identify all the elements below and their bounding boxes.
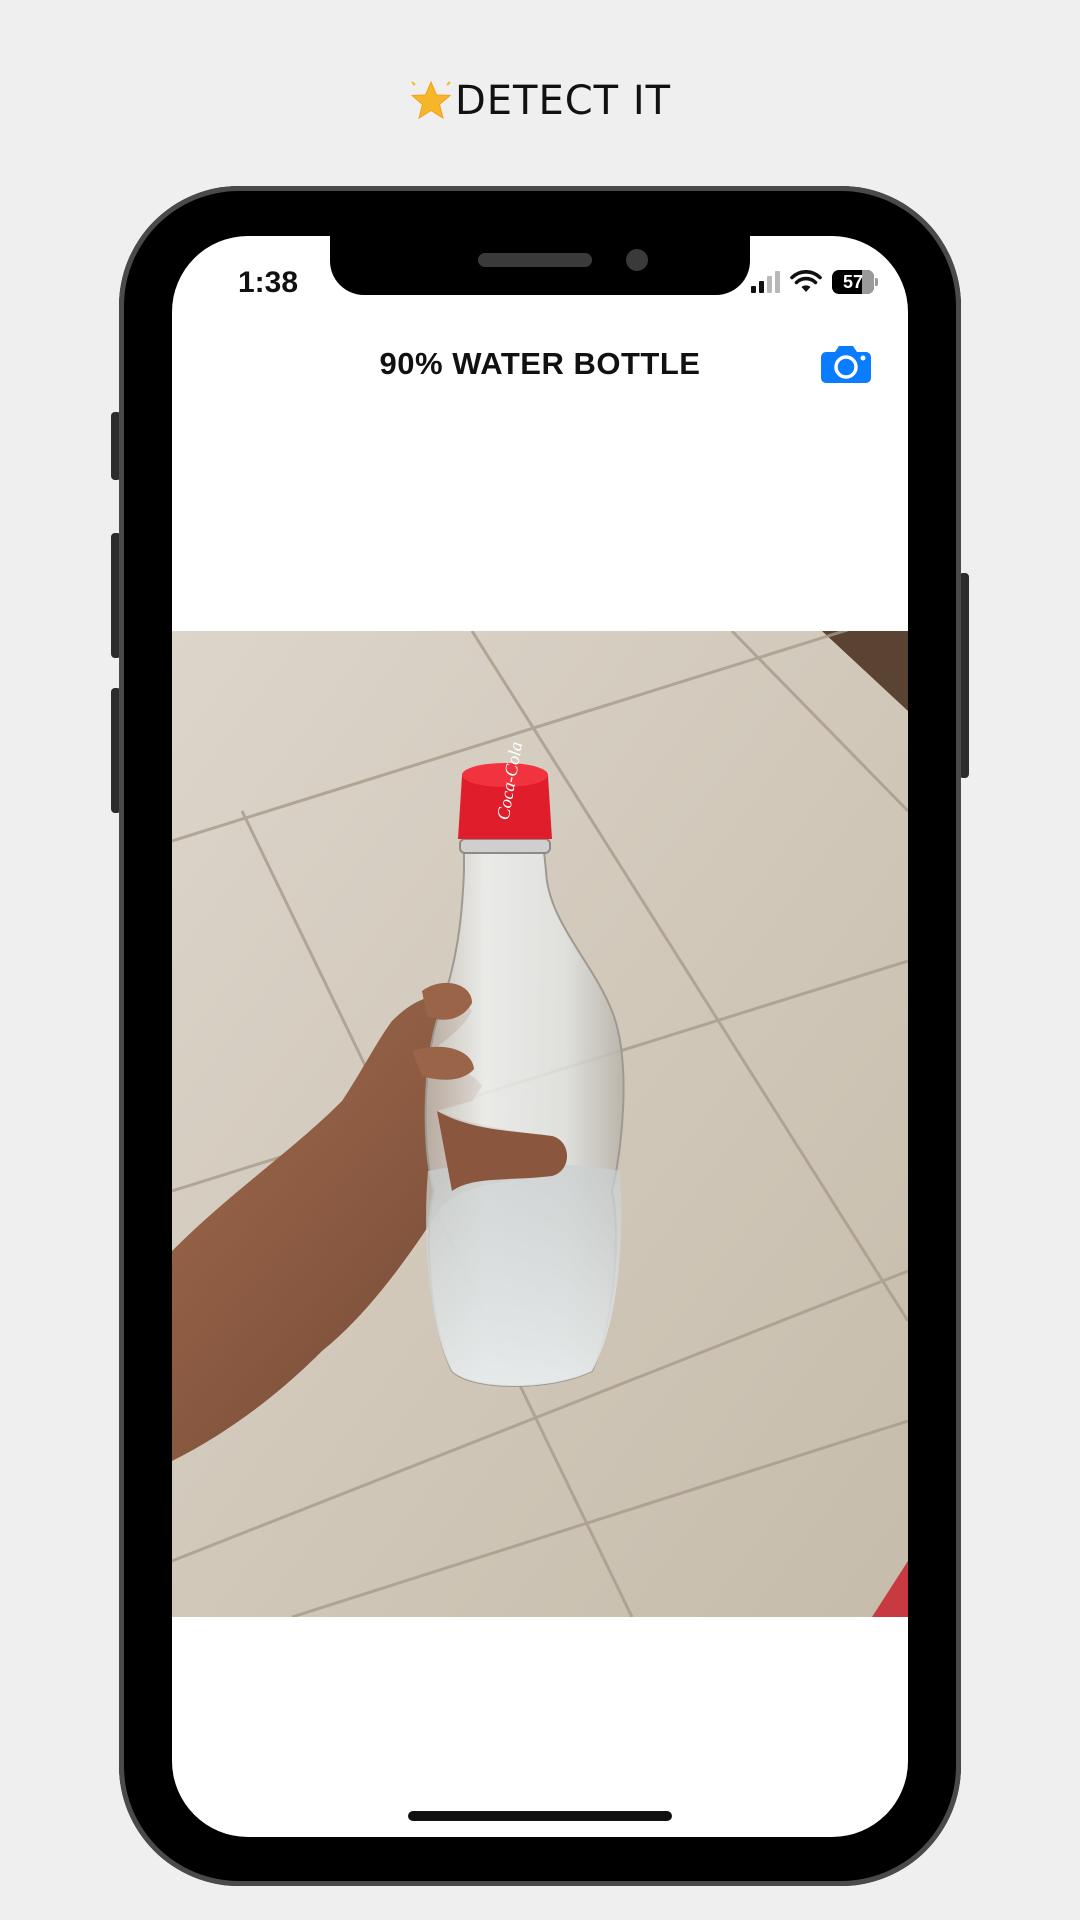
app-brand: DETECT IT bbox=[0, 78, 1080, 124]
star-icon bbox=[410, 80, 452, 120]
camera-icon bbox=[821, 346, 871, 383]
wifi-icon bbox=[790, 270, 822, 292]
status-icons: 57 bbox=[750, 270, 878, 294]
detection-result-title: 90% WATER BOTTLE bbox=[379, 346, 701, 381]
home-indicator[interactable] bbox=[408, 1811, 672, 1821]
battery-icon: 57 bbox=[832, 270, 878, 294]
front-camera bbox=[626, 249, 648, 271]
battery-empty-fill bbox=[862, 270, 874, 294]
status-time: 1:38 bbox=[238, 266, 299, 299]
battery-level: 57 bbox=[842, 271, 864, 292]
cellular-signal-icon bbox=[751, 271, 780, 293]
speaker-grille bbox=[478, 253, 592, 267]
app-title: DETECT IT bbox=[454, 78, 672, 124]
captured-photo: Coca-Cola bbox=[172, 631, 908, 1617]
camera-button[interactable] bbox=[820, 344, 872, 384]
phone-screen: 1:38 57 90% WATER BOTTLE Coca-Cola bbox=[172, 236, 908, 1837]
notch bbox=[330, 236, 750, 295]
